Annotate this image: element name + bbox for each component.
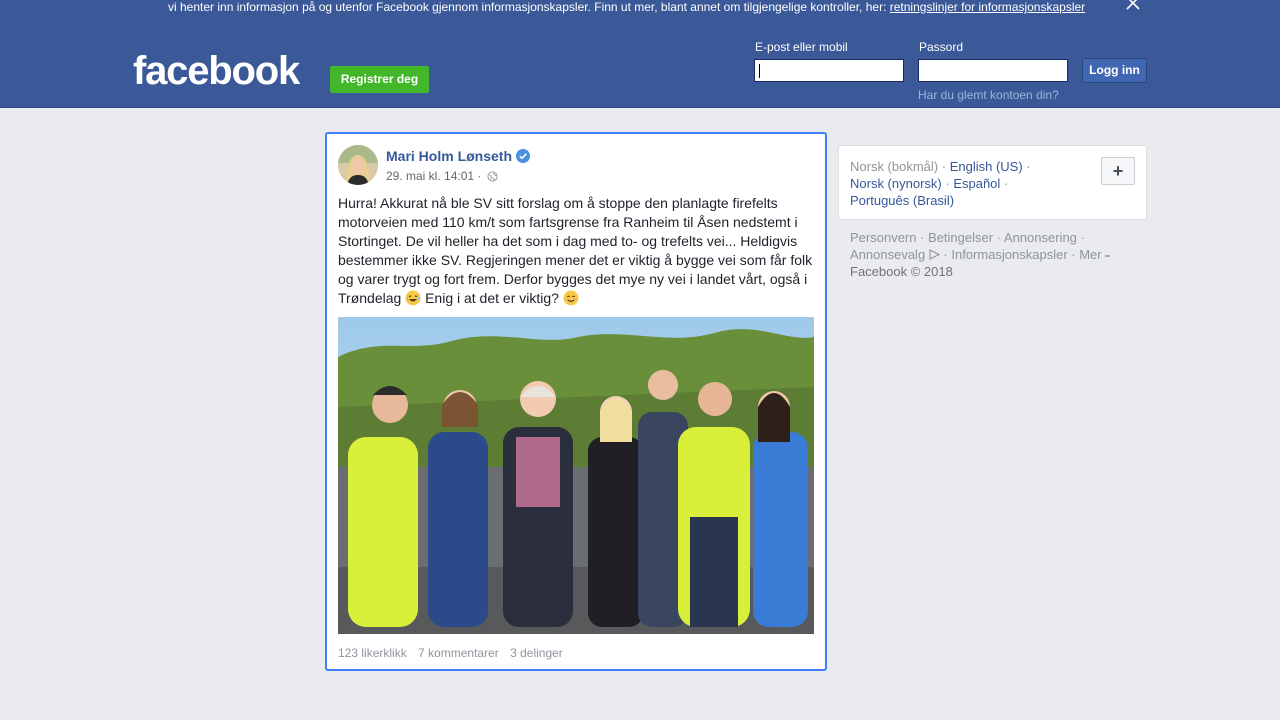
post-line: bestemmer ikke SV. Regjeringen mener det… <box>338 252 813 268</box>
post-line: motorveien med 110 km/t som fartsgrense … <box>338 214 798 230</box>
facebook-logo[interactable]: facebook <box>133 51 300 91</box>
shares-count[interactable]: 3 delinger <box>510 646 563 660</box>
separator: · <box>941 176 954 191</box>
comments-count[interactable]: 7 kommentarer <box>418 646 499 660</box>
language-english[interactable]: English (US) <box>950 159 1023 174</box>
login-button[interactable]: Logg inn <box>1082 58 1147 83</box>
ad-choices-link[interactable]: Annonsevalg <box>850 247 925 262</box>
cookie-banner-text: vi henter inn informasjon på og utenfor … <box>168 0 1085 14</box>
language-espanol[interactable]: Español <box>953 176 1000 191</box>
post-card: Mari Holm Lønseth 29. mai kl. 14:01 · Hu… <box>325 132 827 671</box>
timestamp-text: 29. mai kl. 14:01 · <box>386 169 482 183</box>
smiling-emoji-icon <box>563 290 579 306</box>
likes-count[interactable]: 123 likerklikk <box>338 646 407 660</box>
current-language: Norsk (bokmål) · <box>850 159 947 174</box>
footer-links-line1[interactable]: Personvern · Betingelser · Annonsering · <box>850 230 1085 245</box>
register-button[interactable]: Registrer deg <box>330 66 429 93</box>
more-languages-button[interactable]: + <box>1101 157 1135 185</box>
post-text: Hurra! Akkurat nå ble SV sitt forslag om… <box>338 194 818 308</box>
post-line: Enig i at det er viktig? <box>425 290 559 306</box>
email-field[interactable] <box>754 59 904 82</box>
cookie-banner: vi henter inn informasjon på og utenfor … <box>0 0 1280 25</box>
post-footer: 123 likerklikk 7 kommentarer 3 delinger <box>338 646 571 660</box>
post-line: Stortinget. De vil heller ha det som i d… <box>338 233 798 249</box>
separator: · <box>1000 176 1009 191</box>
post-line: Trøndelag <box>338 290 402 306</box>
language-nynorsk[interactable]: Norsk (nynorsk) <box>850 176 942 191</box>
forgot-account-link[interactable]: Har du glemt kontoen din? <box>918 88 1059 102</box>
password-label: Passord <box>919 40 964 54</box>
language-selector: Norsk (bokmål) · English (US) · Norsk (n… <box>838 145 1147 220</box>
post-timestamp[interactable]: 29. mai kl. 14:01 · <box>386 169 498 185</box>
close-icon[interactable] <box>1124 0 1142 12</box>
dropdown-caret-icon[interactable] <box>1105 247 1111 262</box>
post-line: og varer trygt og fort frem. Derfor bygg… <box>338 271 808 287</box>
post-line: Hurra! Akkurat nå ble SV sitt forslag om… <box>338 195 778 211</box>
language-list: Norsk (bokmål) · English (US) · Norsk (n… <box>850 158 1031 209</box>
email-label: E-post eller mobil <box>755 40 848 54</box>
verified-badge-icon <box>516 149 530 163</box>
password-field[interactable] <box>918 59 1068 82</box>
text-caret <box>759 64 760 78</box>
cookie-policy-link[interactable]: retningslinjer for informasjonskapsler <box>890 0 1085 14</box>
separator: · <box>1022 159 1031 174</box>
post-author[interactable]: Mari Holm Lønseth <box>386 148 512 164</box>
laughing-emoji-icon <box>405 290 421 306</box>
language-portugues[interactable]: Português (Brasil) <box>850 193 954 208</box>
avatar[interactable] <box>338 145 378 185</box>
post-photo[interactable] <box>338 317 814 634</box>
top-header: facebook Registrer deg E-post eller mobi… <box>0 25 1280 108</box>
cookie-text: vi henter inn informasjon på og utenfor … <box>168 0 890 14</box>
adchoices-icon <box>929 247 941 262</box>
copyright: Facebook © 2018 <box>850 264 953 279</box>
footer-links-line2[interactable]: · Informasjonskapsler · Mer <box>940 247 1101 262</box>
globe-icon <box>487 171 498 185</box>
footer-links: Personvern · Betingelser · Annonsering ·… <box>850 229 1111 280</box>
